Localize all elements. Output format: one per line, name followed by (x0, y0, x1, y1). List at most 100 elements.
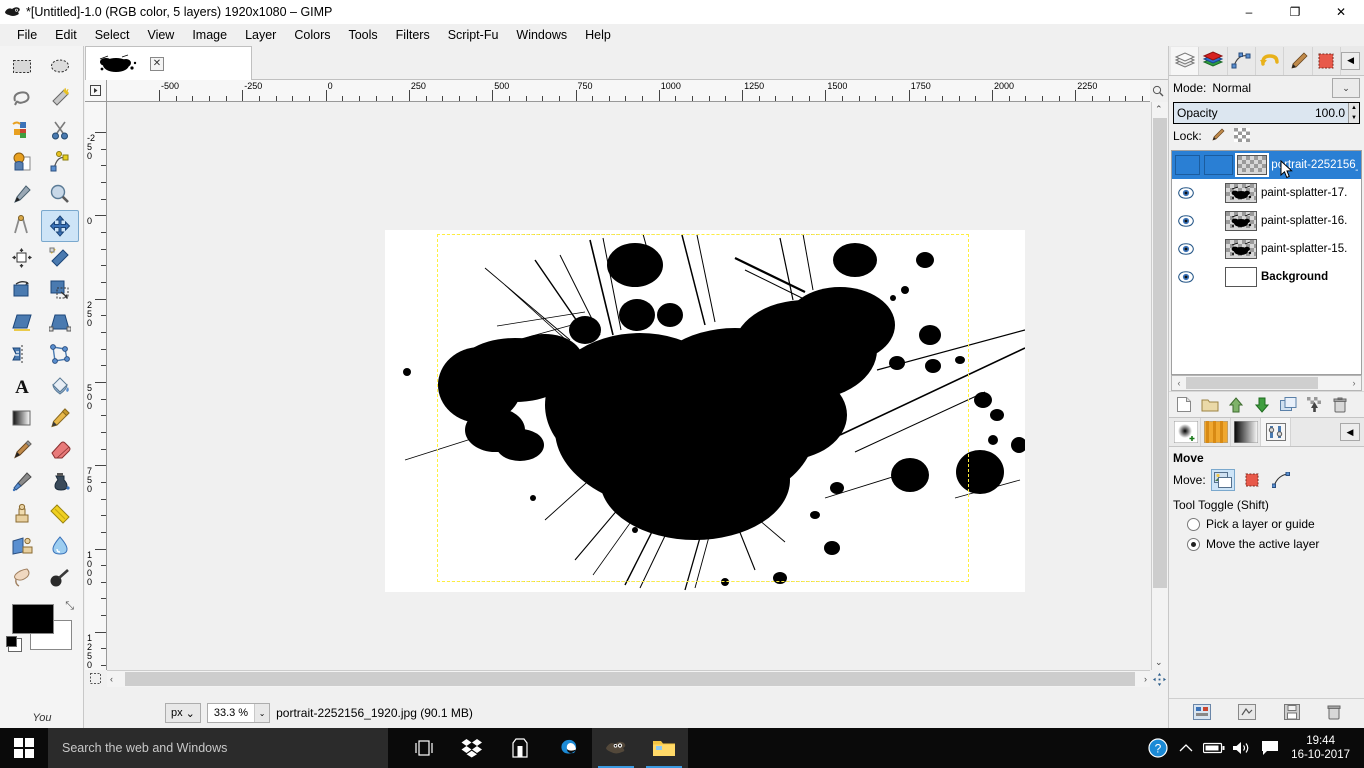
maximize-button[interactable]: ❐ (1272, 0, 1318, 24)
menu-view[interactable]: View (138, 26, 183, 44)
paths-icon[interactable] (41, 146, 79, 178)
image-tab[interactable]: ✕ (85, 46, 252, 80)
tool-dock-menu-button[interactable]: ◀ (1340, 423, 1360, 441)
selection-editor-tab[interactable] (1313, 46, 1342, 75)
volume-icon[interactable] (1229, 728, 1255, 768)
ink-icon[interactable] (41, 466, 79, 498)
opacity-spinner[interactable]: ▲ ▼ (1348, 103, 1359, 123)
close-image-tab-button[interactable]: ✕ (150, 56, 164, 71)
layer-visibility-eye-icon[interactable] (1175, 187, 1197, 199)
horizontal-ruler[interactable]: -500 -250 0 250 500 750 1000 1250 1500 1750 2000 22… (107, 80, 1150, 102)
taskbar-clock[interactable]: 19:44 16-10-2017 (1285, 734, 1356, 762)
scissors-select-icon[interactable] (41, 114, 79, 146)
action-center-icon[interactable] (1257, 728, 1283, 768)
layer-row[interactable]: paint-splatter-17. (1172, 179, 1361, 207)
save-tool-options-button[interactable] (1283, 704, 1300, 723)
layer-row[interactable]: paint-splatter-15. (1172, 235, 1361, 263)
close-button[interactable]: ✕ (1318, 0, 1364, 24)
move-path-mode-icon[interactable] (1269, 469, 1293, 491)
paths-tab[interactable] (1228, 46, 1257, 75)
pick-layer-radio[interactable] (1187, 517, 1200, 531)
vertical-ruler[interactable]: -250 0 250 500 750 1000 1250 (85, 102, 107, 670)
edge-browser-icon[interactable] (544, 728, 592, 768)
layer-link-toggle[interactable] (1203, 155, 1233, 175)
unit-selector[interactable]: px ⌄ (165, 703, 201, 723)
menu-colors[interactable]: Colors (285, 26, 339, 44)
microsoft-store-icon[interactable] (496, 728, 544, 768)
layer-row[interactable]: Background (1172, 263, 1361, 291)
image-canvas[interactable] (108, 103, 1150, 670)
airbrush-icon[interactable] (3, 466, 41, 498)
zoom-selector[interactable]: 33.3 % ⌄ (206, 703, 271, 723)
pick-layer-option[interactable]: Pick a layer or guide (1173, 517, 1360, 531)
file-explorer-icon[interactable] (640, 728, 688, 768)
reset-colors-icon[interactable] (6, 636, 22, 652)
quickmask-icon[interactable] (87, 670, 103, 686)
menu-edit[interactable]: Edit (46, 26, 86, 44)
layer-scroll-thumb[interactable] (1186, 377, 1318, 389)
gradient-icon[interactable] (3, 402, 41, 434)
menu-filters[interactable]: Filters (387, 26, 439, 44)
pencil-icon[interactable] (41, 402, 79, 434)
patterns-tab[interactable] (1201, 418, 1231, 446)
dock-menu-button[interactable]: ◀ (1341, 51, 1361, 70)
zoom-icon[interactable] (41, 178, 79, 210)
scroll-right-arrow[interactable]: › (1347, 378, 1361, 388)
duplicate-layer-button[interactable] (1277, 394, 1299, 416)
foreground-select-icon[interactable] (3, 146, 41, 178)
raise-layer-button[interactable] (1225, 394, 1247, 416)
perspective-icon[interactable] (41, 306, 79, 338)
move-active-layer-radio[interactable] (1187, 537, 1200, 551)
move-selection-mode-icon[interactable] (1240, 469, 1264, 491)
layer-row[interactable]: paint-splatter-16. (1172, 207, 1361, 235)
tool-options-tab[interactable] (1261, 418, 1291, 446)
layer-list[interactable]: portrait-2252156_ paint-splatter-17. paint… (1171, 150, 1362, 375)
alignment-icon[interactable] (3, 242, 41, 274)
layer-visibility-eye-icon[interactable] (1175, 271, 1197, 283)
menu-select[interactable]: Select (86, 26, 139, 44)
undo-history-tab[interactable] (1256, 46, 1285, 75)
bucket-fill-icon[interactable] (41, 370, 79, 402)
reset-tool-options-button[interactable] (1238, 704, 1257, 723)
swap-colors-icon[interactable]: ⤡ (65, 600, 74, 613)
new-layer-group-button[interactable] (1199, 394, 1221, 416)
minimize-button[interactable]: – (1226, 0, 1272, 24)
navigate-icon[interactable] (1151, 671, 1167, 687)
move-icon[interactable] (41, 210, 79, 242)
layer-visibility-eye-icon[interactable] (1175, 243, 1197, 255)
channels-tab[interactable] (1199, 46, 1228, 75)
scale-icon[interactable] (41, 274, 79, 306)
menu-layer[interactable]: Layer (236, 26, 285, 44)
paintbrush-icon[interactable] (3, 434, 41, 466)
move-active-layer-option[interactable]: Move the active layer (1173, 537, 1360, 551)
rotate-icon[interactable] (3, 274, 41, 306)
flip-icon[interactable] (3, 338, 41, 370)
lower-layer-button[interactable] (1251, 394, 1273, 416)
menu-windows[interactable]: Windows (507, 26, 576, 44)
task-view-icon[interactable] (400, 728, 448, 768)
anchor-layer-button[interactable] (1303, 394, 1325, 416)
dropbox-icon[interactable] (448, 728, 496, 768)
menu-tools[interactable]: Tools (339, 26, 386, 44)
windows-start-icon[interactable] (0, 728, 48, 768)
free-select-icon[interactable] (3, 82, 41, 114)
perspective-clone-icon[interactable] (3, 530, 41, 562)
taskbar-search-input[interactable]: Search the web and Windows (48, 728, 388, 768)
heal-icon[interactable] (41, 498, 79, 530)
opacity-slider[interactable]: Opacity 100.0 ▲ ▼ (1173, 102, 1360, 124)
select-by-color-icon[interactable] (3, 114, 41, 146)
smudge-icon[interactable] (3, 562, 41, 594)
rect-select-icon[interactable] (3, 50, 41, 82)
canvas-horizontal-scrollbar[interactable]: ‹ › (107, 670, 1150, 687)
canvas-vertical-scrollbar[interactable]: ⌃ ⌄ (1151, 102, 1168, 670)
device-status-button[interactable] (1192, 704, 1211, 723)
fuzzy-select-icon[interactable] (41, 82, 79, 114)
battery-icon[interactable] (1201, 728, 1227, 768)
crop-icon[interactable] (41, 242, 79, 274)
menu-file[interactable]: File (8, 26, 46, 44)
scroll-left-arrow[interactable]: ‹ (1172, 378, 1186, 388)
gimp-icon[interactable] (592, 728, 640, 768)
ellipse-select-icon[interactable] (41, 50, 79, 82)
show-hidden-icons-chevron[interactable] (1173, 728, 1199, 768)
vertical-scroll-thumb[interactable] (1153, 118, 1167, 588)
